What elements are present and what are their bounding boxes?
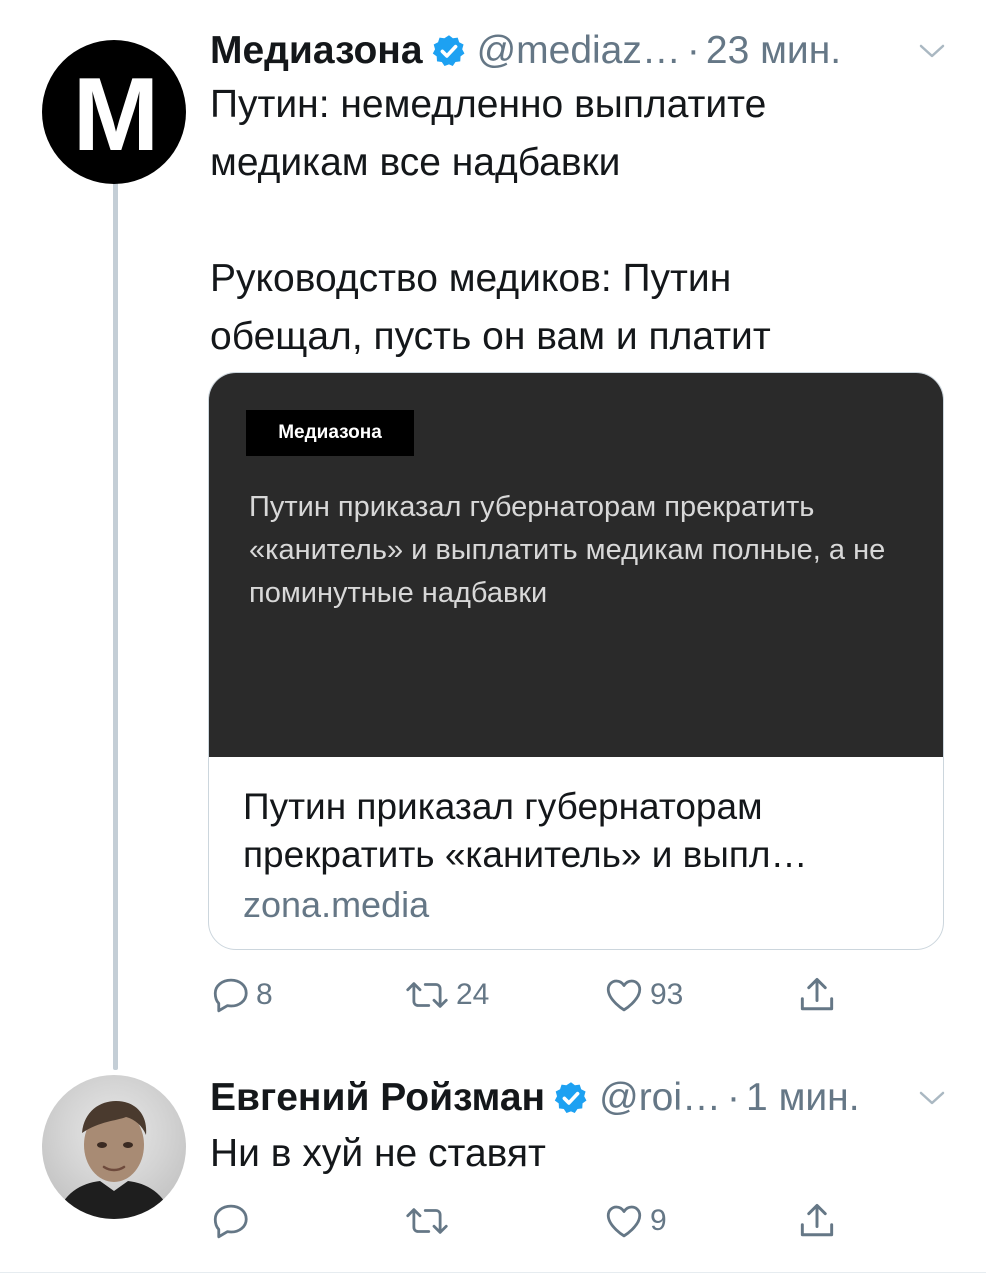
timestamp[interactable]: 23 мин. [706, 29, 841, 73]
reply-button[interactable] [210, 1198, 256, 1244]
chevron-down-icon[interactable] [918, 42, 946, 60]
retweet-count: 24 [456, 978, 490, 1011]
verified-badge-icon [432, 35, 465, 66]
card-domain: zona.media [243, 884, 430, 925]
reply-count: 8 [256, 978, 273, 1011]
tweet-header: Медиазона @mediaz… · 23 мин. [210, 25, 841, 77]
card-brand-label: Медиазона [246, 410, 414, 456]
share-icon [800, 1203, 834, 1237]
link-preview-card[interactable]: Медиазона Путин приказал губернаторам пр… [208, 372, 944, 950]
share-button[interactable] [795, 1198, 839, 1244]
separator-dot: · [727, 1076, 741, 1119]
reply-button[interactable]: 8 [210, 972, 273, 1018]
tweet-header: Евгений Ройзман @roi… · 1 мин. [210, 1072, 860, 1124]
author-handle[interactable]: @roi… [599, 1076, 721, 1120]
retweet-button[interactable]: 24 [402, 972, 489, 1018]
author-handle[interactable]: @mediaz… [477, 29, 681, 73]
timestamp[interactable]: 1 мин. [746, 1076, 860, 1120]
author-name[interactable]: Евгений Ройзман [210, 1076, 545, 1120]
avatar-letter: M [72, 57, 160, 173]
thread-connector-line [113, 175, 118, 1070]
share-icon [800, 977, 834, 1011]
heart-icon [606, 979, 642, 1012]
like-count: 93 [650, 978, 684, 1011]
share-button[interactable] [795, 972, 839, 1018]
profile-photo [56, 1101, 172, 1219]
like-count: 9 [650, 1204, 667, 1237]
reply-icon [213, 1204, 248, 1239]
retweet-icon [406, 1208, 448, 1234]
like-button[interactable]: 9 [602, 1198, 667, 1244]
tweet-text: Ни в хуй не ставят [210, 1132, 546, 1175]
like-button[interactable]: 93 [602, 972, 683, 1018]
author-name[interactable]: Медиазона [210, 29, 423, 73]
tweet-actions: 8 24 93 [210, 972, 850, 1018]
retweet-button[interactable] [402, 1198, 456, 1244]
reply-icon [213, 978, 248, 1013]
verified-badge-icon [554, 1082, 587, 1113]
chevron-down-icon[interactable] [918, 1089, 946, 1107]
tweet-actions: 9 [210, 1198, 850, 1244]
avatar[interactable] [42, 1075, 186, 1219]
tweet-text: Путин: немедленно выплатите медикам все … [210, 83, 771, 358]
card-image: Медиазона Путин приказал губернаторам пр… [209, 373, 943, 757]
divider [0, 1272, 986, 1273]
card-title: Путин приказал губернаторам прекратить «… [243, 786, 808, 875]
retweet-icon [406, 982, 448, 1008]
heart-icon [606, 1205, 642, 1238]
card-image-headline: Путин приказал губернаторам прекратить «… [249, 491, 886, 609]
avatar[interactable]: M [42, 40, 186, 184]
separator-dot: · [686, 29, 700, 72]
